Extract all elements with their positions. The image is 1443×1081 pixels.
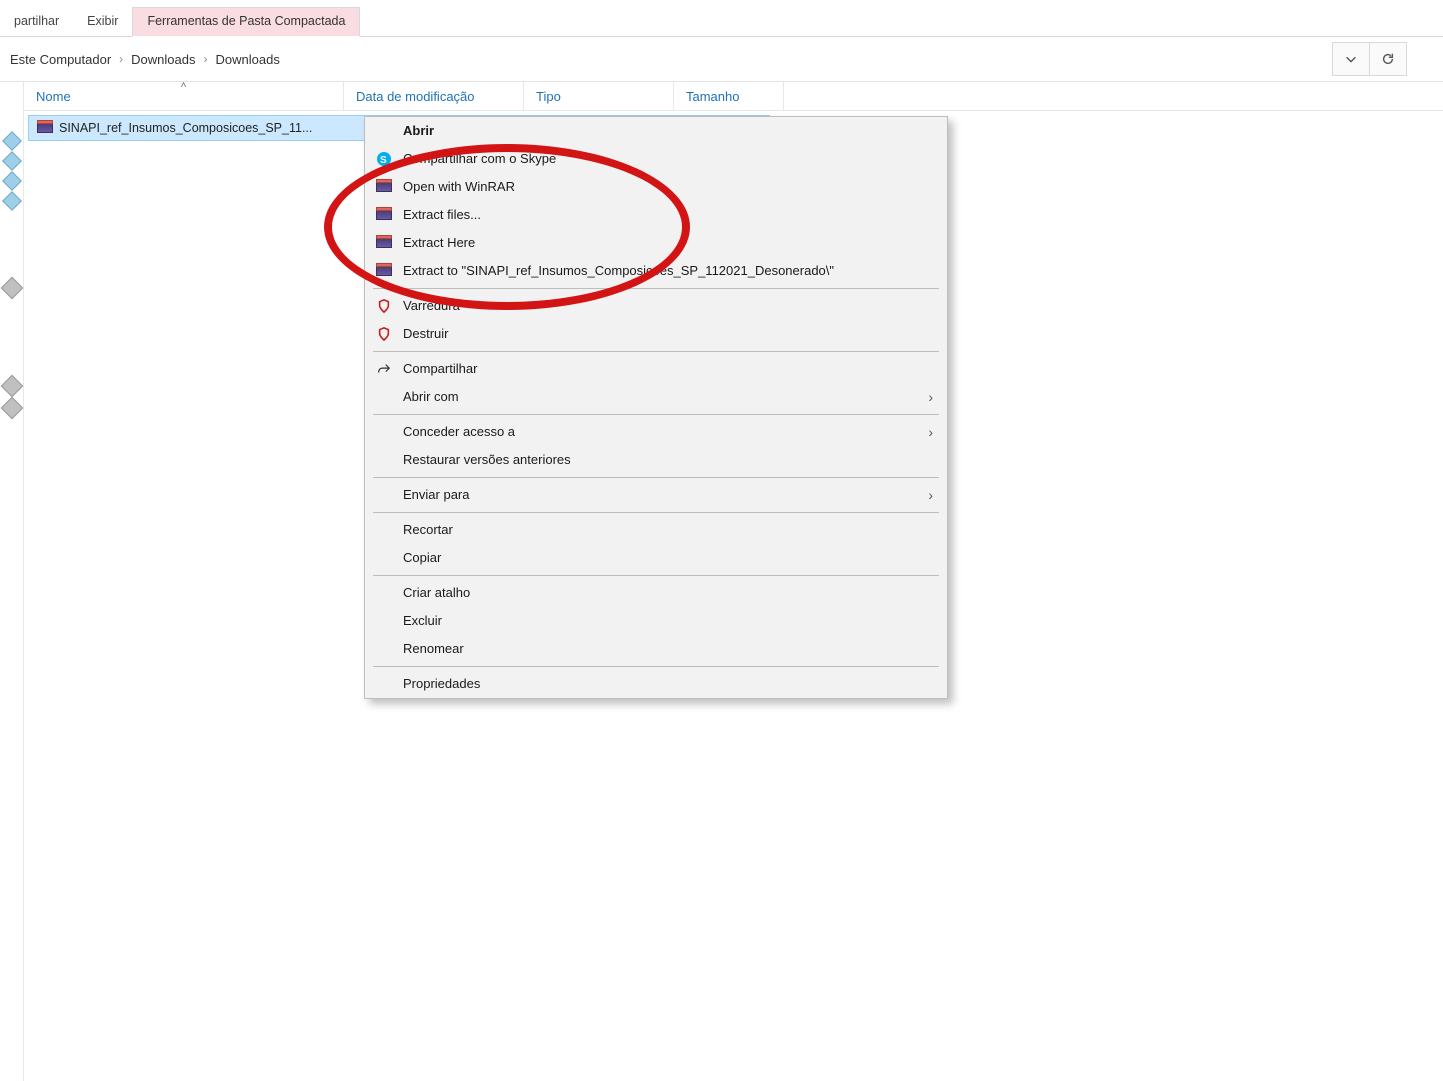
ctx-delete[interactable]: Excluir bbox=[365, 607, 947, 635]
ctx-copy[interactable]: Copiar bbox=[365, 544, 947, 572]
ctx-open-with[interactable]: Abrir com› bbox=[365, 383, 947, 411]
drive-icon bbox=[0, 397, 23, 420]
ribbon-tab-share[interactable]: partilhar bbox=[0, 8, 73, 36]
ctx-properties[interactable]: Propriedades bbox=[365, 670, 947, 698]
sort-indicator-icon: ˄ bbox=[181, 80, 187, 91]
ctx-extract-files[interactable]: Extract files... bbox=[365, 201, 947, 229]
winrar-icon bbox=[375, 179, 393, 195]
shield-icon bbox=[375, 326, 393, 342]
refresh-button[interactable] bbox=[1369, 42, 1407, 76]
winrar-icon bbox=[375, 235, 393, 251]
chevron-right-icon: › bbox=[928, 485, 933, 505]
column-header-type[interactable]: Tipo bbox=[524, 82, 674, 110]
pin-icon bbox=[2, 171, 22, 191]
ribbon-tabs: partilhar Exibir Ferramentas de Pasta Co… bbox=[0, 0, 1443, 37]
winrar-icon bbox=[375, 207, 393, 223]
ribbon-tab-compressed-tools[interactable]: Ferramentas de Pasta Compactada bbox=[132, 7, 360, 37]
ctx-extract-here[interactable]: Extract Here bbox=[365, 229, 947, 257]
skype-icon bbox=[377, 152, 391, 166]
explorer-body: ˄ Nome Data de modificação Tipo Tamanho … bbox=[0, 82, 1443, 1081]
pin-icon bbox=[2, 191, 22, 211]
breadcrumb[interactable]: Este Computador › Downloads › Downloads bbox=[0, 43, 1333, 75]
column-label: Nome bbox=[36, 89, 71, 104]
file-name: SINAPI_ref_Insumos_Composicoes_SP_11... bbox=[59, 121, 312, 135]
chevron-right-icon: › bbox=[928, 387, 933, 407]
pin-icon bbox=[2, 131, 22, 151]
column-header-date[interactable]: Data de modificação bbox=[344, 82, 524, 110]
chevron-down-icon bbox=[1344, 52, 1358, 66]
ctx-scan[interactable]: Varredura bbox=[365, 292, 947, 320]
column-header-name[interactable]: ˄ Nome bbox=[24, 82, 344, 110]
ctx-share[interactable]: Compartilhar bbox=[365, 355, 947, 383]
address-dropdown-button[interactable] bbox=[1332, 42, 1370, 76]
nav-pane[interactable] bbox=[0, 82, 24, 1081]
column-header-size[interactable]: Tamanho bbox=[674, 82, 784, 110]
ctx-share-skype[interactable]: Compartilhar com o Skype bbox=[365, 145, 947, 173]
breadcrumb-item[interactable]: Este Computador bbox=[6, 52, 115, 67]
ctx-shred[interactable]: Destruir bbox=[365, 320, 947, 348]
address-bar: Este Computador › Downloads › Downloads bbox=[0, 37, 1443, 82]
drive-icon bbox=[0, 375, 23, 398]
context-menu: Abrir Compartilhar com o Skype Open with… bbox=[364, 116, 948, 699]
winrar-icon bbox=[375, 263, 393, 279]
chevron-right-icon: › bbox=[115, 52, 127, 66]
chevron-right-icon: › bbox=[928, 422, 933, 442]
chevron-right-icon: › bbox=[200, 52, 212, 66]
breadcrumb-item[interactable]: Downloads bbox=[127, 52, 199, 67]
ctx-cut[interactable]: Recortar bbox=[365, 516, 947, 544]
refresh-icon bbox=[1381, 52, 1395, 66]
ctx-open-winrar[interactable]: Open with WinRAR bbox=[365, 173, 947, 201]
column-headers: ˄ Nome Data de modificação Tipo Tamanho bbox=[24, 82, 1443, 111]
ctx-rename[interactable]: Renomear bbox=[365, 635, 947, 663]
file-list-pane: ˄ Nome Data de modificação Tipo Tamanho … bbox=[24, 82, 1443, 1081]
drive-icon bbox=[0, 277, 23, 300]
share-icon bbox=[375, 361, 393, 377]
ctx-restore-versions[interactable]: Restaurar versões anteriores bbox=[365, 446, 947, 474]
ctx-send-to[interactable]: Enviar para› bbox=[365, 481, 947, 509]
ribbon-tab-view[interactable]: Exibir bbox=[73, 8, 132, 36]
ctx-create-shortcut[interactable]: Criar atalho bbox=[365, 579, 947, 607]
ctx-open[interactable]: Abrir bbox=[365, 117, 947, 145]
breadcrumb-item[interactable]: Downloads bbox=[212, 52, 284, 67]
archive-file-icon bbox=[37, 120, 53, 136]
ctx-give-access[interactable]: Conceder acesso a› bbox=[365, 418, 947, 446]
ctx-extract-to[interactable]: Extract to "SINAPI_ref_Insumos_Composico… bbox=[365, 257, 947, 285]
shield-icon bbox=[375, 298, 393, 314]
pin-icon bbox=[2, 151, 22, 171]
